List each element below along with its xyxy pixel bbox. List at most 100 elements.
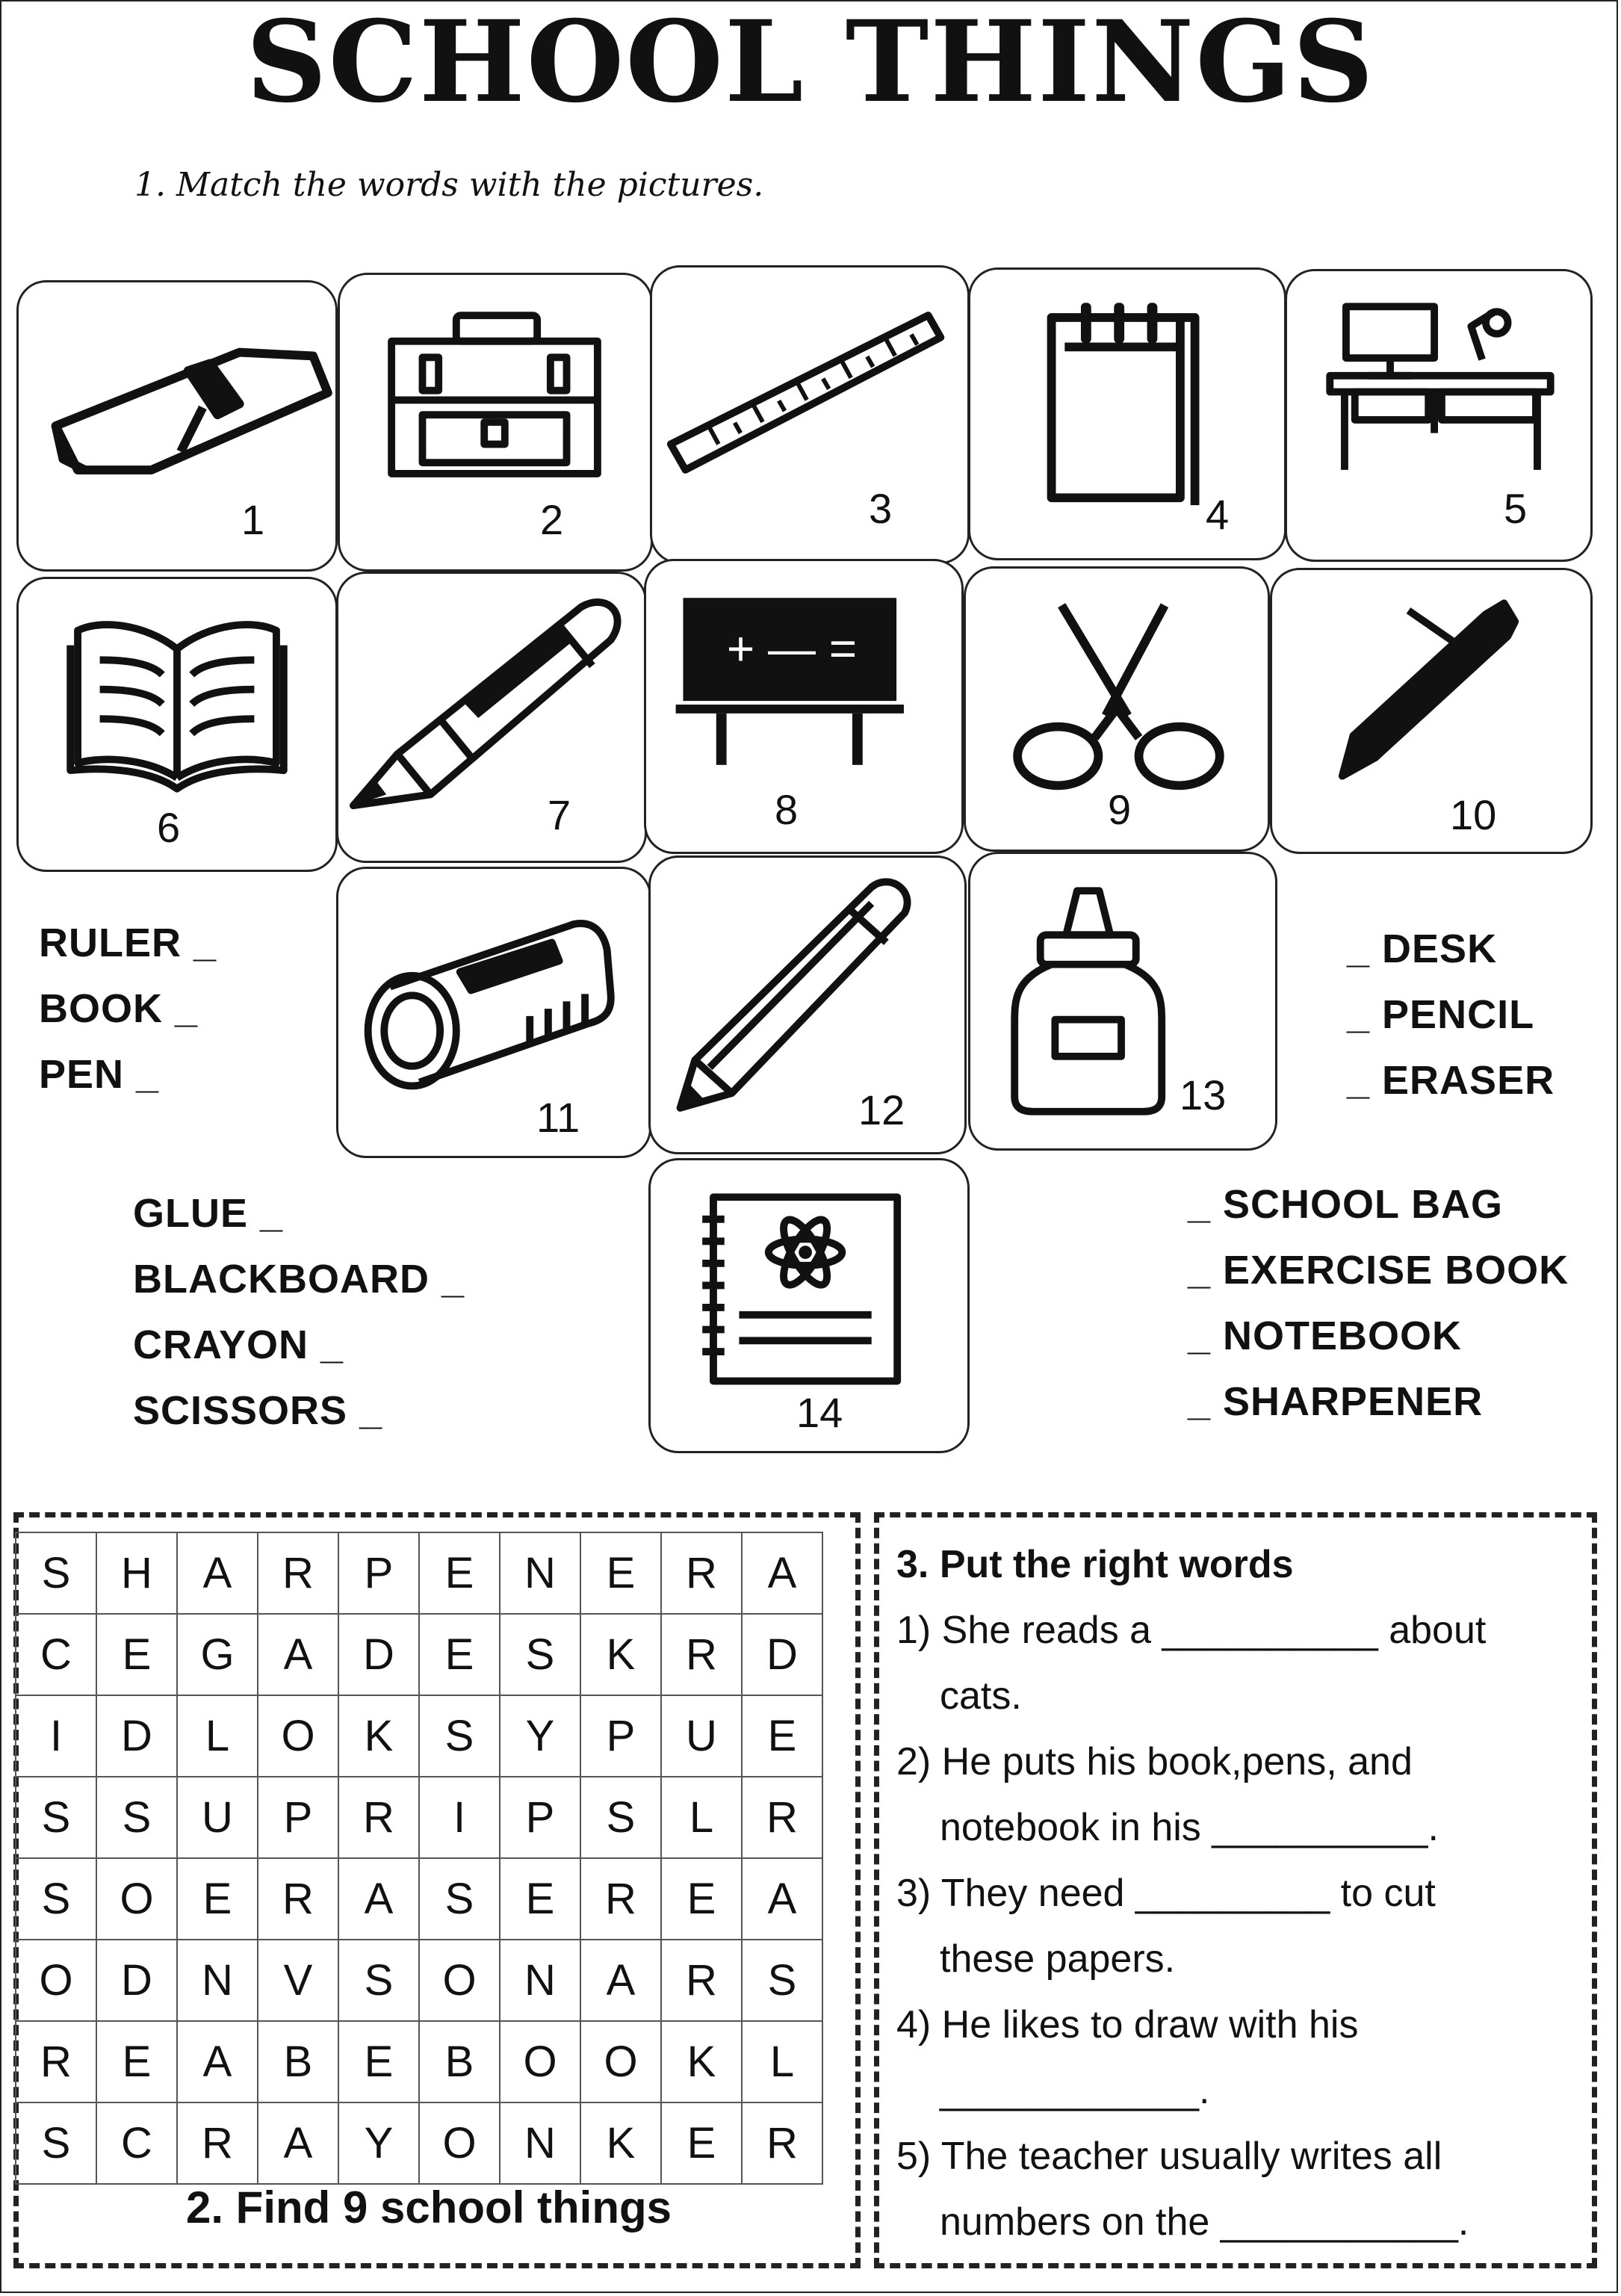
word-item: _ DESK <box>1347 926 1498 971</box>
wordsearch-cell[interactable]: E <box>418 1532 500 1615</box>
wordsearch-cell[interactable]: E <box>660 1857 743 1940</box>
wordsearch-cell[interactable]: E <box>96 1613 178 1696</box>
wordsearch-cell[interactable]: H <box>96 1532 178 1615</box>
wordsearch-cell[interactable]: A <box>257 1613 339 1696</box>
wordsearch-row: IDLOKSYPUE <box>15 1695 823 1777</box>
wordsearch-cell[interactable]: E <box>499 1857 581 1940</box>
wordsearch-cell[interactable]: O <box>257 1695 339 1777</box>
word-item: _ SHARPENER <box>1188 1379 1484 1424</box>
wordsearch-cell[interactable]: R <box>660 1939 743 2022</box>
wordsearch-cell[interactable]: S <box>15 1532 97 1615</box>
glue-icon <box>1011 887 1166 1115</box>
wordsearch-cell[interactable]: N <box>176 1939 258 2022</box>
wordsearch-cell[interactable]: O <box>580 2020 662 2103</box>
wordsearch-cell[interactable]: P <box>580 1695 662 1777</box>
wordsearch-row: SOERASEREA <box>15 1857 823 1940</box>
wordsearch-cell[interactable]: S <box>338 1939 420 2022</box>
wordsearch-cell[interactable]: O <box>15 1939 97 2022</box>
wordsearch-cell[interactable]: R <box>15 2020 97 2103</box>
wordsearch-cell[interactable]: D <box>96 1695 178 1777</box>
wordsearch-cell[interactable]: Y <box>499 1695 581 1777</box>
wordsearch-cell[interactable]: R <box>257 1857 339 1940</box>
wordsearch-cell[interactable]: S <box>15 1776 97 1859</box>
wordsearch-cell[interactable]: K <box>338 1695 420 1777</box>
wordsearch-cell[interactable]: L <box>176 1695 258 1777</box>
wordsearch-cell[interactable]: A <box>338 1857 420 1940</box>
wordsearch-cell[interactable]: D <box>741 1613 823 1696</box>
wordsearch-cell[interactable]: S <box>580 1776 662 1859</box>
card-1: 1 <box>16 280 338 572</box>
wordsearch-cell[interactable]: A <box>176 2020 258 2103</box>
wordsearch-cell[interactable]: R <box>338 1776 420 1859</box>
wordsearch-cell[interactable]: S <box>15 2102 97 2185</box>
wordsearch-cell[interactable]: E <box>418 1613 500 1696</box>
wordsearch-cell[interactable]: L <box>660 1776 743 1859</box>
wordsearch-cell[interactable]: E <box>176 1857 258 1940</box>
wordsearch-cell[interactable]: R <box>741 2102 823 2185</box>
blackboard-icon <box>675 598 904 765</box>
wordsearch-cell[interactable]: N <box>499 1532 581 1615</box>
wordsearch-cell[interactable]: R <box>176 2102 258 2185</box>
notebook-icon <box>1047 303 1200 506</box>
wordsearch-cell[interactable]: A <box>176 1532 258 1615</box>
wordsearch-cell[interactable]: O <box>499 2020 581 2103</box>
wordsearch-cell[interactable]: K <box>580 1613 662 1696</box>
wordsearch-cell[interactable]: K <box>580 2102 662 2185</box>
wordsearch-cell[interactable]: P <box>257 1776 339 1859</box>
wordsearch-cell[interactable]: V <box>257 1939 339 2022</box>
wordsearch-cell[interactable]: E <box>580 1532 662 1615</box>
wordsearch-cell[interactable]: S <box>499 1613 581 1696</box>
wordsearch-cell[interactable]: O <box>96 1857 178 1940</box>
pencil-icon <box>676 878 911 1112</box>
wordsearch-cell[interactable]: P <box>499 1776 581 1859</box>
wordsearch-row: CEGADESKRD <box>15 1613 823 1696</box>
exercise3-line: ____________. <box>940 2069 1210 2112</box>
wordsearch-cell[interactable]: O <box>418 2102 500 2185</box>
wordsearch-cell[interactable]: N <box>499 1939 581 2022</box>
wordsearch-cell[interactable]: E <box>96 2020 178 2103</box>
wordsearch-cell[interactable]: N <box>499 2102 581 2185</box>
wordsearch-cell[interactable]: L <box>741 2020 823 2103</box>
wordsearch-cell[interactable]: B <box>257 2020 339 2103</box>
wordsearch-cell[interactable]: S <box>418 1695 500 1777</box>
wordsearch-cell[interactable]: S <box>418 1857 500 1940</box>
card-number: 6 <box>157 804 181 851</box>
word-item: RULER _ <box>39 920 217 965</box>
wordsearch-cell[interactable]: S <box>96 1776 178 1859</box>
wordsearch-cell[interactable]: R <box>580 1857 662 1940</box>
wordsearch-cell[interactable]: Y <box>338 2102 420 2185</box>
card-9: 9 <box>964 566 1270 852</box>
wordsearch-cell[interactable]: K <box>660 2020 743 2103</box>
wordsearch-cell[interactable]: A <box>741 1857 823 1940</box>
card-number: 7 <box>548 791 571 838</box>
wordsearch-cell[interactable]: P <box>338 1532 420 1615</box>
wordsearch-cell[interactable]: S <box>15 1857 97 1940</box>
wordsearch-cell[interactable]: R <box>257 1532 339 1615</box>
wordsearch-cell[interactable]: C <box>96 2102 178 2185</box>
wordsearch-cell[interactable]: R <box>660 1613 743 1696</box>
wordsearch-cell[interactable]: B <box>418 2020 500 2103</box>
wordsearch-cell[interactable]: E <box>660 2102 743 2185</box>
blackboard-symbols: + — = <box>726 622 858 675</box>
wordsearch-cell[interactable]: E <box>741 1695 823 1777</box>
wordsearch-cell[interactable]: S <box>741 1939 823 2022</box>
wordsearch-cell[interactable]: A <box>741 1532 823 1615</box>
wordsearch-cell[interactable]: I <box>15 1695 97 1777</box>
wordsearch-cell[interactable]: G <box>176 1613 258 1696</box>
wordsearch-cell[interactable]: A <box>257 2102 339 2185</box>
wordsearch-cell[interactable]: O <box>418 1939 500 2022</box>
word-item: _ SCHOOL BAG <box>1188 1182 1504 1227</box>
wordsearch-cell[interactable]: U <box>660 1695 743 1777</box>
wordsearch-cell[interactable]: R <box>660 1532 743 1615</box>
wordsearch-cell[interactable]: C <box>15 1613 97 1696</box>
card-number: 2 <box>540 496 564 543</box>
wordsearch-cell[interactable]: I <box>418 1776 500 1859</box>
wordsearch-row: SHARPENERA <box>15 1532 823 1615</box>
word-item: SCISSORS _ <box>133 1388 383 1433</box>
wordsearch-cell[interactable]: D <box>96 1939 178 2022</box>
wordsearch-cell[interactable]: D <box>338 1613 420 1696</box>
wordsearch-cell[interactable]: E <box>338 2020 420 2103</box>
wordsearch-cell[interactable]: R <box>741 1776 823 1859</box>
wordsearch-cell[interactable]: A <box>580 1939 662 2022</box>
wordsearch-cell[interactable]: U <box>176 1776 258 1859</box>
